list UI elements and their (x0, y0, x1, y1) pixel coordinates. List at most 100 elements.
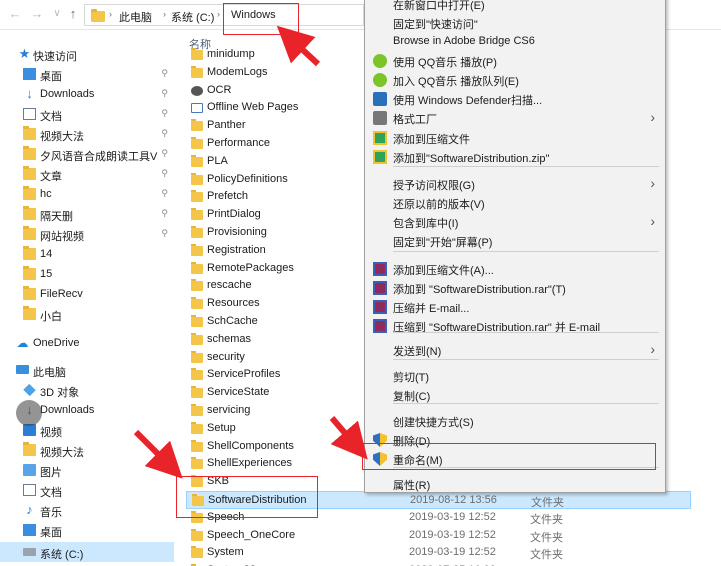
menu-item[interactable]: 使用 QQ音乐 播放(P) (365, 51, 665, 71)
file-date-modified: 2019-03-19 12:52 (409, 529, 496, 541)
menu-separator (393, 251, 659, 252)
folder-icon (191, 440, 203, 452)
breadcrumb-system-c[interactable]: 系统 (C:) (171, 9, 214, 25)
menu-item[interactable]: 使用 Windows Defender扫描... (365, 89, 665, 109)
sidebar-item-xiaobai[interactable]: 小白 (0, 304, 174, 324)
back-arrow-icon[interactable]: ← (8, 7, 22, 21)
sidebar-item-14[interactable]: 14 (0, 244, 174, 264)
sidebar-item-downloads[interactable]: ↓ Downloads ⚲ (0, 84, 174, 104)
menu-item-label: 格式工厂 (393, 114, 437, 126)
folder-icon (23, 166, 36, 180)
sidebar-item-music[interactable]: ♪ 音乐 (0, 500, 174, 520)
sidebar-item-articles[interactable]: 文章 ⚲ (0, 164, 174, 184)
menu-item[interactable]: Browse in Adobe Bridge CS6 (365, 32, 665, 52)
submenu-chevron-icon: › (650, 341, 655, 357)
menu-item[interactable]: 固定到"快速访问" (365, 13, 665, 33)
sidebar-item-15[interactable]: 15 (0, 264, 174, 284)
sidebar-item-desktop[interactable]: 桌面 ⚲ (0, 64, 174, 84)
sidebar-item-pc-shipin-dafa[interactable]: 视频大法 (0, 440, 174, 460)
menu-item[interactable]: 压缩到 "SoftwareDistribution.rar" 并 E-mail (365, 316, 665, 336)
sidebar-item-website-video[interactable]: 网站视频 ⚲ (0, 224, 174, 244)
submenu-chevron-icon: › (650, 109, 655, 125)
menu-item[interactable]: 格式工厂 › (365, 108, 665, 128)
menu-separator (393, 332, 659, 333)
context-menu: 在新窗口中打开(E) 固定到"快速访问" Browse in Adobe Bridg… (364, 0, 666, 493)
menu-item[interactable]: 包含到库中(I) › (365, 212, 665, 232)
computer-icon (16, 365, 29, 374)
menu-item[interactable]: 添加到压缩文件 (365, 128, 665, 148)
menu-item-label: 发送到(N) (393, 346, 442, 358)
zip-archive-icon (373, 131, 387, 145)
folder-icon (191, 244, 203, 256)
menu-item[interactable]: 创建快捷方式(S) (365, 411, 665, 431)
menu-item[interactable]: 复制(C) (365, 385, 665, 405)
sidebar-item-tts-tool[interactable]: 夕风语音合成朗读工具V1.3 ⚲ (0, 144, 174, 164)
sidebar-item-label: 文章 (40, 171, 62, 183)
folder-icon (191, 279, 203, 291)
rar-archive-icon (373, 262, 387, 276)
folder-icon (191, 404, 203, 416)
qq-music-icon (373, 54, 387, 68)
breadcrumb-this-pc[interactable]: 此电脑 (119, 9, 152, 25)
file-name: SchCache (207, 315, 258, 327)
file-name: System (207, 546, 244, 558)
documents-icon (23, 484, 36, 496)
menu-item[interactable]: 发送到(N) › (365, 340, 665, 360)
download-icon: ↓ (26, 86, 33, 101)
sidebar-item-system-c[interactable]: 系统 (C:) (0, 542, 174, 562)
folder-icon (191, 226, 203, 238)
sidebar-quick-access[interactable]: ★ 快速访问 (0, 44, 174, 64)
file-row[interactable]: System322020-07-25 16:38文件夹 (186, 562, 691, 566)
up-folder-icon[interactable]: ↑ (66, 7, 80, 21)
sidebar-item-label: 夕风语音合成朗读工具V1.3 (40, 151, 158, 163)
breadcrumb-separator: › (217, 9, 220, 19)
file-name: ServiceProfiles (207, 368, 281, 380)
file-type: 文件夹 (531, 497, 564, 509)
menu-item[interactable]: 固定到"开始"屏幕(P) (365, 231, 665, 251)
music-icon: ♪ (26, 502, 33, 517)
qq-music-icon (373, 73, 387, 87)
menu-item[interactable]: 属性(R) (365, 474, 665, 494)
folder-icon (191, 155, 203, 167)
navigation-pane: ★ 快速访问 桌面 ⚲ ↓ Downloads ⚲ 文档 ⚲ 视频大法 ⚲ 夕风… (0, 30, 174, 566)
sidebar-item-label: 15 (40, 268, 53, 280)
sidebar-this-pc[interactable]: 此电脑 (0, 360, 174, 380)
3d-objects-icon (23, 383, 36, 397)
file-row[interactable]: System 2019-03-19 12:52 文件夹 (186, 544, 691, 562)
menu-item[interactable]: 压缩并 E-mail... (365, 297, 665, 317)
menu-item[interactable]: 添加到压缩文件(A)... (365, 259, 665, 279)
menu-item[interactable]: 还原以前的版本(V) (365, 193, 665, 213)
menu-item[interactable]: 在新窗口中打开(E) (365, 0, 665, 14)
cloud-icon: ☁ (16, 336, 29, 350)
pin-icon: ⚲ (161, 88, 168, 98)
folder-icon (191, 368, 203, 380)
sidebar-onedrive[interactable]: ☁ OneDrive (0, 333, 174, 353)
sidebar-item-documents[interactable]: 文档 ⚲ (0, 104, 174, 124)
sidebar-item-3d-objects[interactable]: 3D 对象 (0, 380, 174, 400)
menu-item[interactable]: 加入 QQ音乐 播放队列(E) (365, 70, 665, 90)
menu-item[interactable]: 剪切(T) (365, 366, 665, 386)
sidebar-item-hc[interactable]: hc ⚲ (0, 184, 174, 204)
sidebar-item-label: 系统 (C:) (40, 549, 84, 561)
sidebar-item-filerecv[interactable]: FileRecv (0, 284, 174, 304)
sidebar-item-pc-documents[interactable]: 文档 (0, 480, 174, 500)
menu-item[interactable]: 添加到"SoftwareDistribution.zip" (365, 147, 665, 167)
sidebar-item-shipin-dafa[interactable]: 视频大法 ⚲ (0, 124, 174, 144)
sidebar-item-pictures[interactable]: 图片 (0, 460, 174, 480)
sidebar-item-label: 小白 (40, 311, 62, 323)
folder-icon (191, 351, 203, 363)
file-name: security (207, 351, 245, 363)
file-row[interactable]: Speech_OneCore 2019-03-19 12:52 文件夹 (186, 527, 691, 545)
file-name: Provisioning (207, 226, 267, 238)
menu-item[interactable]: 添加到 "SoftwareDistribution.rar"(T) (365, 278, 665, 298)
pin-icon: ⚲ (161, 188, 168, 198)
pin-icon: ⚲ (161, 108, 168, 118)
sidebar-item-label: 视频大法 (40, 447, 84, 459)
recent-locations-icon[interactable]: ∨ (50, 7, 64, 21)
sidebar-item-getianshan[interactable]: 隔天删 ⚲ (0, 204, 174, 224)
pin-icon: ⚲ (161, 68, 168, 78)
sidebar-item-pc-desktop[interactable]: 桌面 (0, 520, 174, 540)
forward-arrow-icon[interactable]: → (30, 7, 44, 21)
menu-item[interactable]: 授予访问权限(G) › (365, 174, 665, 194)
menu-item-label: 授予访问权限(G) (393, 180, 475, 192)
